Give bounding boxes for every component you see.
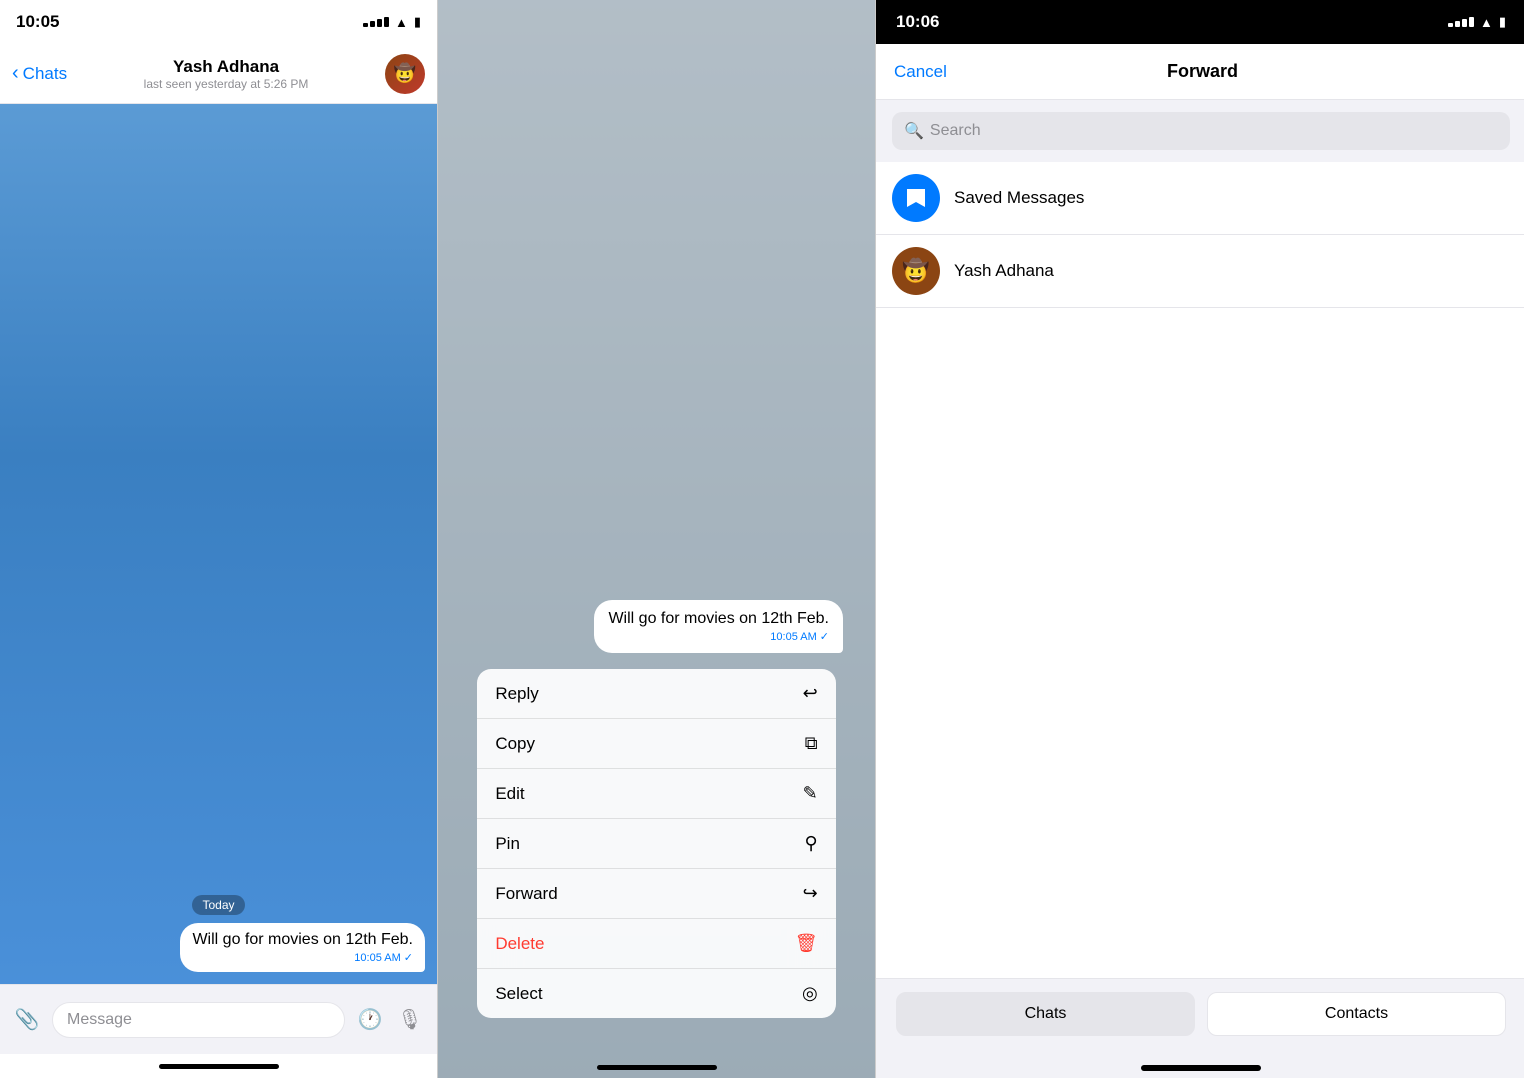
emoji-icon: 🕐	[358, 1007, 383, 1032]
forward-bottom-tabs: Chats Contacts	[876, 978, 1524, 1058]
copy-label: Copy	[495, 734, 535, 754]
avatar-image: 🤠	[385, 54, 425, 94]
home-indicator	[0, 1054, 437, 1078]
context-menu: Reply ↩ Copy ⧉ Edit ✎ Pin ⚲ Forward ↪ De…	[477, 669, 835, 1018]
context-message-meta: 10:05 AM ✓	[608, 630, 829, 643]
forward-signal-icon	[1448, 17, 1474, 27]
yash-avatar: 🤠	[892, 247, 940, 295]
forward-status-icons: ▲ ▮	[1448, 14, 1506, 30]
context-menu-panel: Will go for movies on 12th Feb. 10:05 AM…	[438, 0, 875, 1078]
message-meta: 10:05 AM ✓	[192, 951, 413, 964]
contact-item-yash[interactable]: 🤠 Yash Adhana	[876, 235, 1524, 308]
forward-header: Cancel Forward	[876, 44, 1524, 100]
copy-icon: ⧉	[805, 733, 818, 754]
emoji-button[interactable]: 🕐	[355, 1005, 385, 1035]
contact-item-saved[interactable]: Saved Messages	[876, 162, 1524, 235]
saved-messages-avatar	[892, 174, 940, 222]
delete-icon: 🗑	[795, 933, 818, 954]
forward-title: Forward	[1167, 61, 1238, 82]
chats-tab-label: Chats	[1025, 1005, 1067, 1023]
context-message-text: Will go for movies on 12th Feb.	[608, 610, 829, 627]
contacts-tab[interactable]: Contacts	[1207, 992, 1506, 1036]
search-placeholder: Search	[930, 122, 981, 140]
chat-panel: 10:05 ▲ ▮ ‹ Chats Yash Adhana last seen …	[0, 0, 437, 1078]
yash-avatar-emoji: 🤠	[902, 258, 929, 284]
chat-header: ‹ Chats Yash Adhana last seen yesterday …	[0, 44, 437, 104]
status-icons: ▲ ▮	[363, 14, 421, 30]
context-check-icon: ✓	[820, 630, 829, 643]
menu-item-forward[interactable]: Forward ↪	[477, 869, 835, 919]
menu-item-reply[interactable]: Reply ↩	[477, 669, 835, 719]
context-message-bubble: Will go for movies on 12th Feb. 10:05 AM…	[594, 600, 843, 653]
forward-panel: 10:06 ▲ ▮ Cancel Forward 🔍 Search	[876, 0, 1524, 1078]
contacts-tab-label: Contacts	[1325, 1005, 1388, 1023]
status-bar: 10:05 ▲ ▮	[0, 0, 437, 44]
menu-item-delete[interactable]: Delete 🗑	[477, 919, 835, 969]
header-center: Yash Adhana last seen yesterday at 5:26 …	[75, 57, 377, 91]
message-input[interactable]: Message	[52, 1002, 345, 1038]
microphone-button[interactable]: 🎙	[395, 1005, 425, 1035]
message-time: 10:05 AM	[354, 952, 400, 964]
edit-icon: ✎	[803, 783, 818, 804]
wifi-icon: ▲	[395, 15, 408, 30]
input-bar: 📎 Message 🕐 🎙	[0, 984, 437, 1054]
menu-item-copy[interactable]: Copy ⧉	[477, 719, 835, 769]
context-content: Will go for movies on 12th Feb. 10:05 AM…	[438, 0, 875, 1078]
saved-messages-name: Saved Messages	[954, 188, 1084, 208]
pin-label: Pin	[495, 834, 520, 854]
status-time: 10:05	[16, 12, 59, 32]
menu-item-edit[interactable]: Edit ✎	[477, 769, 835, 819]
context-home-indicator	[438, 1065, 875, 1070]
forward-home-indicator	[876, 1058, 1524, 1078]
search-bar[interactable]: 🔍 Search	[892, 112, 1510, 150]
mic-icon: 🎙	[397, 1007, 422, 1032]
chevron-left-icon: ‹	[12, 62, 19, 85]
back-label: Chats	[23, 64, 67, 84]
message-text: Will go for movies on 12th Feb.	[192, 931, 413, 948]
read-check-icon: ✓	[404, 951, 413, 964]
cancel-button[interactable]: Cancel	[894, 62, 947, 82]
home-bar	[159, 1064, 279, 1069]
forward-wifi-icon: ▲	[1480, 15, 1493, 30]
forward-icon: ↪	[803, 883, 818, 904]
battery-icon: ▮	[414, 14, 421, 30]
chat-background: Today Will go for movies on 12th Feb. 10…	[0, 104, 437, 984]
contact-list: Saved Messages 🤠 Yash Adhana	[876, 162, 1524, 978]
signal-icon	[363, 17, 389, 27]
contact-status: last seen yesterday at 5:26 PM	[144, 77, 309, 91]
context-message-time: 10:05 AM	[770, 631, 816, 643]
edit-label: Edit	[495, 784, 524, 804]
select-icon: ◎	[802, 983, 818, 1004]
paperclip-icon: 📎	[15, 1007, 40, 1032]
reply-label: Reply	[495, 684, 538, 704]
date-badge: Today	[192, 895, 244, 915]
search-icon: 🔍	[904, 121, 924, 141]
forward-battery-icon: ▮	[1499, 14, 1506, 30]
pin-icon: ⚲	[804, 833, 817, 854]
chats-tab[interactable]: Chats	[896, 992, 1195, 1036]
context-home-bar	[597, 1065, 717, 1070]
forward-status-bar: 10:06 ▲ ▮	[876, 0, 1524, 44]
forward-status-time: 10:06	[896, 12, 939, 32]
attachment-button[interactable]: 📎	[12, 1005, 42, 1035]
menu-item-select[interactable]: Select ◎	[477, 969, 835, 1018]
forward-label: Forward	[495, 884, 557, 904]
yash-name: Yash Adhana	[954, 261, 1054, 281]
select-label: Select	[495, 984, 542, 1004]
contact-name: Yash Adhana	[173, 57, 279, 77]
contact-avatar[interactable]: 🤠	[385, 54, 425, 94]
message-placeholder: Message	[67, 1011, 132, 1029]
forward-home-bar	[1141, 1065, 1261, 1071]
back-button[interactable]: ‹ Chats	[12, 62, 67, 85]
reply-icon: ↩	[803, 683, 818, 704]
delete-label: Delete	[495, 934, 544, 954]
message-bubble[interactable]: Will go for movies on 12th Feb. 10:05 AM…	[180, 923, 425, 972]
menu-item-pin[interactable]: Pin ⚲	[477, 819, 835, 869]
